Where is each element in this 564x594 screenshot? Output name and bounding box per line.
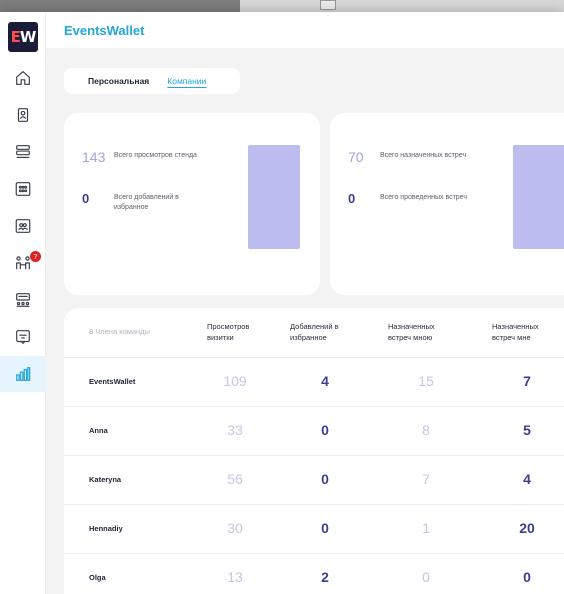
cell-favorites: 2 [321, 569, 329, 585]
cell-favorites: 0 [321, 471, 329, 487]
background-window-strip [240, 0, 564, 12]
stat-row-scheduled: 70 Всего назначенных встреч [348, 149, 472, 165]
team-icon [15, 219, 31, 233]
grid-icon [15, 182, 31, 196]
stat-value-scheduled: 70 [348, 149, 364, 165]
cell-meetings-by-me: 7 [422, 471, 430, 487]
stat-value-held: 0 [348, 191, 356, 206]
cell-card-views: 13 [227, 569, 243, 585]
cell-meetings-by-me: 15 [418, 373, 434, 389]
table-row[interactable]: EventsWallet 109 4 15 7 [64, 358, 564, 407]
member-name: Hennadiy [89, 524, 123, 533]
stat-row-favorites: 0 Всего добавлений в избранное [82, 191, 206, 213]
member-name: Kateryna [89, 475, 122, 484]
stat-row-held: 0 Всего проведенных встреч [348, 191, 472, 206]
cell-favorites: 0 [321, 520, 329, 536]
tab-personal[interactable]: Персональная [88, 76, 149, 86]
stat-label-favorites: Всего добавлений в избранное [114, 194, 179, 211]
table-row[interactable]: Hennadiy 30 0 1 20 [64, 505, 564, 554]
cell-card-views: 33 [227, 422, 243, 438]
top-bar: EventsWallet [46, 12, 564, 48]
background-window-control [320, 0, 336, 10]
cell-favorites: 0 [321, 422, 329, 438]
sidebar-item-chat[interactable] [0, 319, 46, 355]
stat-label-scheduled: Всего назначенных встреч [380, 152, 467, 159]
notification-badge: 7 [30, 251, 41, 262]
cell-meetings-with-me: 4 [523, 471, 531, 487]
chat-icon [16, 330, 30, 345]
stat-label-views: Всего просмотров стенда [114, 152, 197, 159]
column-header-favorites[interactable]: Добавлений в избранное [290, 321, 360, 343]
cell-meetings-by-me: 0 [422, 569, 430, 585]
stat-value-favorites: 0 [82, 191, 90, 206]
sidebar-item-people[interactable]: 7 [0, 245, 46, 281]
cell-card-views: 30 [227, 520, 243, 536]
sidebar-item-badge[interactable] [0, 97, 46, 133]
cell-meetings-by-me: 1 [422, 520, 430, 536]
stand-icon [16, 293, 30, 307]
table-header: 8 Члена команды Просмотров визитки Добав… [64, 308, 564, 358]
badge-icon [17, 108, 29, 122]
members-count-label: 8 Члена команды [89, 327, 150, 336]
table-row[interactable]: Kateryna 56 0 7 4 [64, 456, 564, 505]
sidebar-item-team[interactable] [0, 208, 46, 244]
stat-row-views: 143 Всего просмотров стенда [82, 149, 206, 165]
column-header-card-views[interactable]: Просмотров визитки [207, 321, 269, 343]
view-tabs: Персональная Компании [64, 68, 240, 94]
team-table: 8 Члена команды Просмотров визитки Добав… [64, 308, 564, 594]
cell-meetings-with-me: 0 [523, 569, 531, 585]
member-name: Anna [89, 426, 108, 435]
cell-favorites: 4 [321, 373, 329, 389]
home-icon [16, 70, 30, 85]
sidebar-item-home[interactable] [0, 60, 46, 96]
app-title: EventsWallet [64, 22, 145, 38]
sidebar-item-stand[interactable] [0, 282, 46, 318]
column-header-meetings-by-me[interactable]: Назначенных встреч мною [388, 321, 458, 343]
cell-meetings-with-me: 7 [523, 373, 531, 389]
sidebar-item-analytics[interactable] [0, 356, 46, 392]
cell-meetings-with-me: 20 [519, 520, 535, 536]
member-name: Olga [89, 573, 106, 582]
stats-card-meetings: 70 Всего назначенных встреч 0 Всего пров… [330, 113, 564, 295]
stat-label-held: Всего проведенных встреч [380, 194, 467, 201]
stand-stats-bar [248, 145, 300, 249]
cell-card-views: 109 [223, 373, 247, 389]
meetings-stats-bar [513, 145, 564, 249]
app-logo[interactable]: EW [8, 22, 38, 52]
sidebar-item-list[interactable] [0, 134, 46, 170]
table-row[interactable]: Olga 13 2 0 0 [64, 554, 564, 594]
column-header-meetings-with-me[interactable]: Назначенных встреч мне [492, 321, 562, 343]
analytics-icon [16, 367, 31, 381]
cell-card-views: 56 [227, 471, 243, 487]
stat-value-views: 143 [82, 149, 106, 165]
logo-letter-e: E [10, 28, 21, 46]
cell-meetings-with-me: 5 [523, 422, 531, 438]
member-name: EventsWallet [89, 377, 136, 386]
sidebar-item-grid[interactable] [0, 171, 46, 207]
table-row[interactable]: Anna 33 0 8 5 [64, 407, 564, 456]
tab-company[interactable]: Компании [167, 76, 206, 86]
cell-meetings-by-me: 8 [422, 422, 430, 438]
sidebar: EW 7 [0, 12, 46, 594]
list-icon [16, 145, 30, 158]
logo-letter-w: W [19, 28, 37, 46]
app-window: EW 7 EventsWallet Персональная Компании … [0, 12, 564, 594]
stats-card-stand: 143 Всего просмотров стенда 0 Всего доба… [64, 113, 320, 295]
